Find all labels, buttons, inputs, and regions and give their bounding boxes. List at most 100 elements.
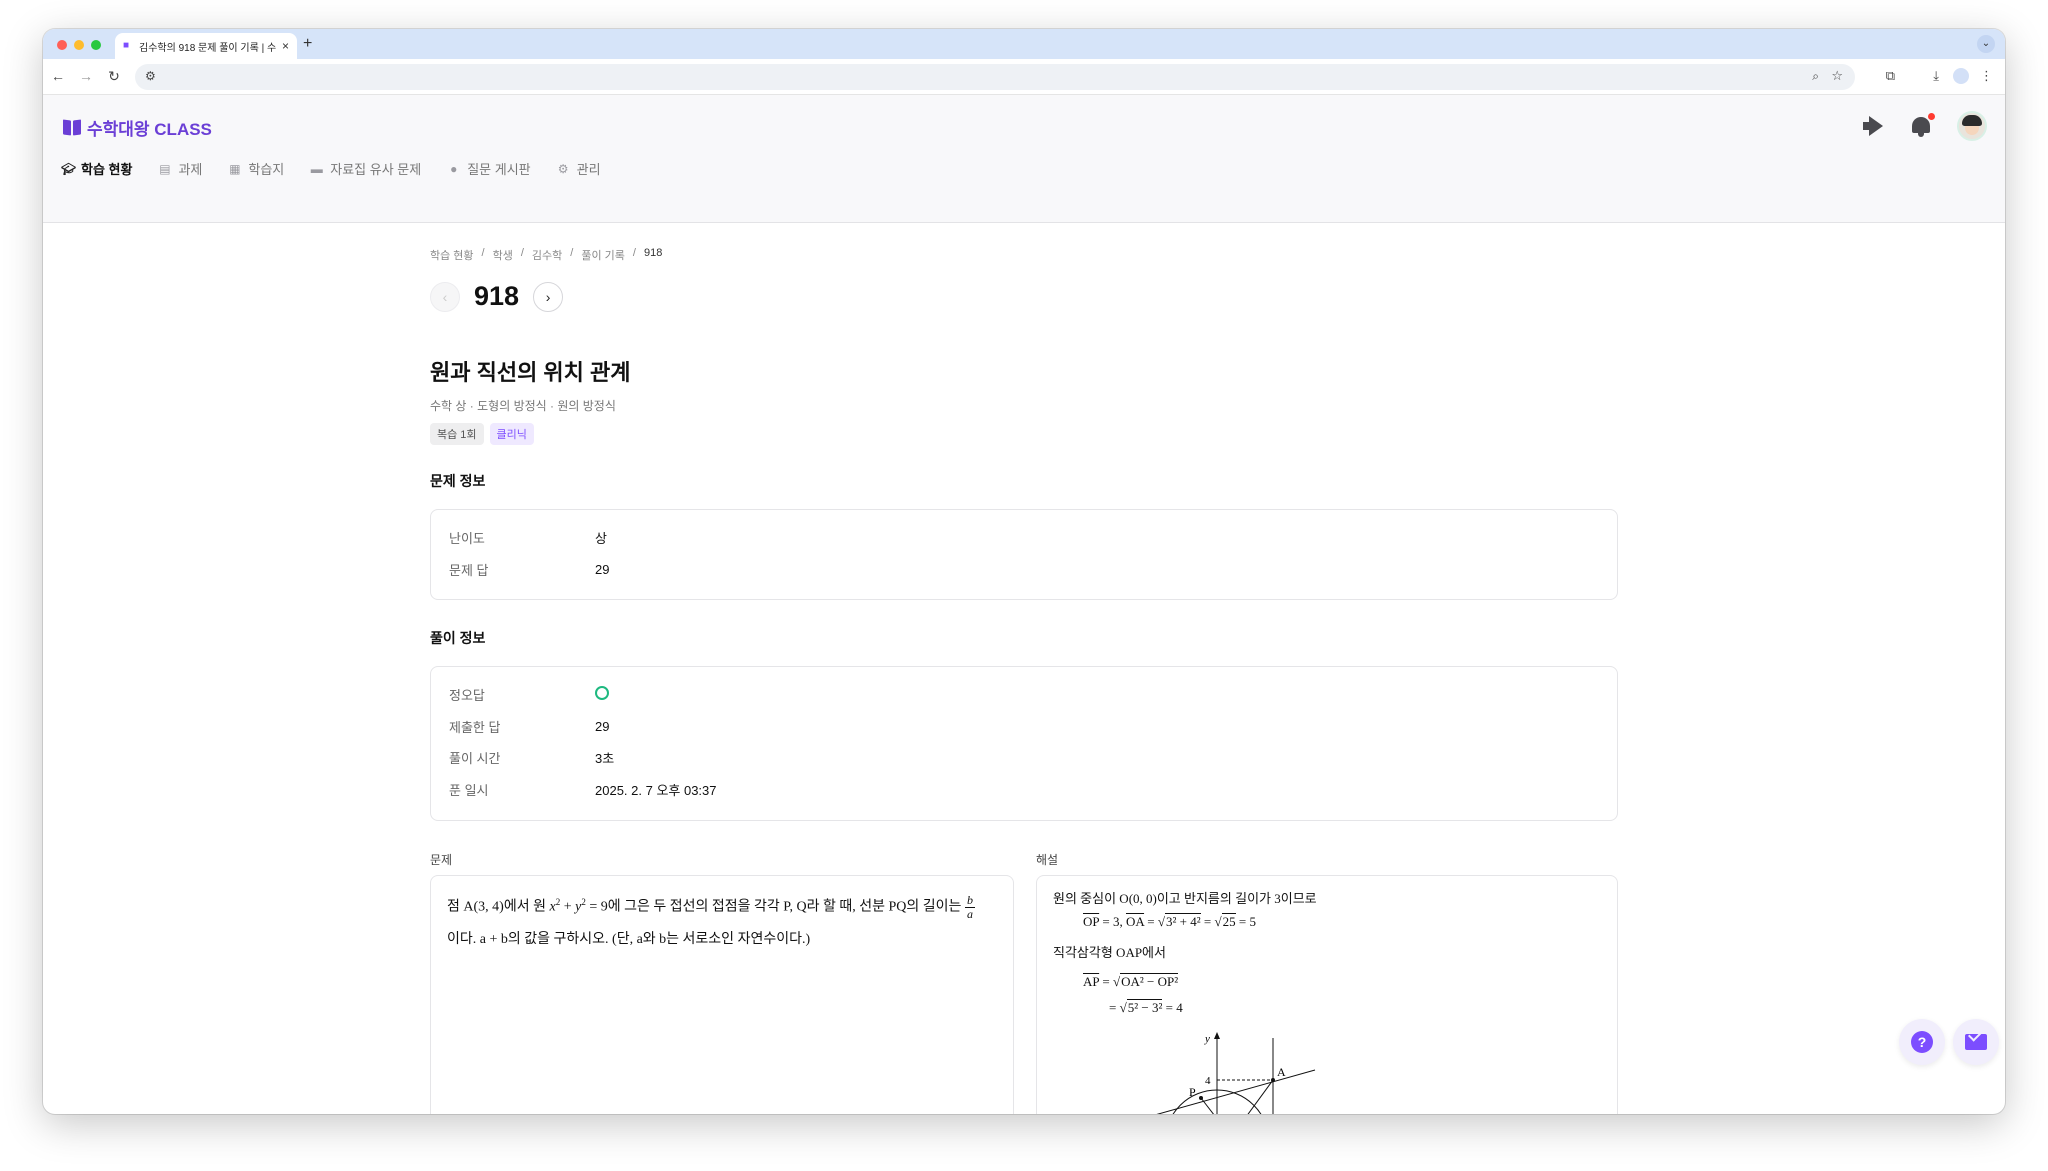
y-axis-arrow [1214,1032,1220,1039]
back-arrow-icon[interactable]: ← [49,68,67,84]
close-window-button[interactable] [57,40,67,50]
breadcrumb-separator: / [632,247,636,259]
answer-value: 29 [595,561,610,577]
toolbar: ← → ↻ ⚙ ⌕ ☆ ⧉ ⤓ ⋮ [43,59,2005,95]
question-mark-icon: ? [1911,1031,1933,1053]
correct-mark-icon [595,686,609,703]
tab-title: 김수학의 918 문제 풀이 기록 | 수학 [139,42,276,54]
solve-time: 3초 [595,751,615,767]
breadcrumb-item[interactable]: 김수학 [532,247,562,263]
y-axis-label: y [1204,1033,1210,1045]
notification-bell-icon[interactable] [1911,113,1935,137]
tab-bar: ■ 김수학의 918 문제 풀이 기록 | 수학 × + ⌄ [43,29,2005,59]
graduation-cap-icon: 🎓︎ [61,161,77,176]
breadcrumb-separator: / [570,247,574,259]
extensions-icon[interactable]: ⧉ [1886,68,1895,84]
site-settings-icon[interactable]: ⚙ [145,69,156,83]
solved-datetime: 2025. 2. 7 오후 03:37 [595,782,717,798]
solution-line-2: OP = 3, OA = √3² + 4² = √25 = 5 [1083,913,1256,929]
folder-icon: ▬ [310,161,323,176]
solution-line-5: = √5² − 3² = 4 [1109,999,1183,1015]
point-a-label: A [1277,1065,1286,1079]
help-fab[interactable]: ? [1899,1019,1945,1065]
zoom-icon[interactable]: ⌕ [1812,69,1819,84]
question-line-1: 점 A(3, 4)에서 원 x2 + y2 = 9에 그은 두 접선의 접점을 … [447,893,975,921]
solution-line-3: 직각삼각형 OAP에서 [1053,945,1166,960]
main-content: 학습 현황 / 학생 / 김수학 / 풀이 기록 / 918 ‹ 918 › 원… [43,223,2005,1114]
solution-line-4: AP = √OA² − OP² [1083,973,1179,989]
info-label: 난이도 [449,531,485,547]
main-nav: 🎓︎ 학습 현황 ▤ 과제 ▦ 학습지 ▬ 자료집 유사 문제 ● 질문 게시판… [61,159,601,178]
solution-line-1: 원의 중심이 O(0, 0)이고 반지름의 길이가 3이므로 [1053,891,1317,906]
nav-label: 자료집 유사 문제 [330,162,422,177]
gear-icon: ⚙ [557,161,569,176]
problem-navigator: ‹ 918 › [430,281,564,312]
tag-review: 복습 1회 [430,423,484,445]
info-label: 푼 일시 [449,782,489,798]
browser-tab[interactable]: ■ 김수학의 918 문제 풀이 기록 | 수학 × [115,33,297,59]
info-row: 난이도 상 [449,522,1599,554]
problem-info-heading: 문제 정보 [430,473,486,489]
solution-label: 해설 [1036,853,1059,867]
breadcrumb-item[interactable]: 학습 현황 [430,247,474,263]
logo-text: 수학대왕 CLASS [87,120,212,139]
site-favicon-icon: ■ [123,40,130,51]
bookmark-star-icon[interactable]: ☆ [1831,68,1843,84]
fraction-b-over-a: ba [964,893,975,921]
more-menu-icon[interactable]: ⋮ [1980,68,1993,84]
problem-info-card: 난이도 상 문제 답 29 [430,509,1618,600]
maximize-window-button[interactable] [91,40,101,50]
point-r-label: R [1233,1111,1241,1114]
nav-label: 학습 현황 [81,162,133,177]
info-row: 문제 답 29 [449,554,1599,586]
app-logo[interactable]: 수학대왕 CLASS [63,115,212,140]
info-row: 풀이 시간 3초 [449,742,1599,774]
tick-4-label: 4 [1205,1075,1211,1087]
nav-item-assignments[interactable]: ▤ 과제 [158,159,202,178]
download-icon[interactable]: ⤓ [1933,68,1939,84]
info-row: 푼 일시 2025. 2. 7 오후 03:37 [449,774,1599,806]
nav-label: 학습지 [248,162,285,177]
header-actions [1863,111,1987,141]
nav-item-worksheets[interactable]: ▦ 학습지 [228,159,284,178]
breadcrumb-separator: / [520,247,524,259]
window-controls [57,40,101,50]
browser-window: ■ 김수학의 918 문제 풀이 기록 | 수학 × + ⌄ ← → ↻ ⚙ ⌕… [43,29,2005,1114]
tab-search-button[interactable]: ⌄ [1977,35,1995,53]
minimize-window-button[interactable] [74,40,84,50]
question-label: 문제 [430,853,453,867]
nav-item-question-board[interactable]: ● 질문 게시판 [447,159,531,178]
close-tab-icon[interactable]: × [282,39,289,53]
prev-problem-button[interactable]: ‹ [430,281,460,312]
notification-badge [1928,113,1935,120]
difficulty-value: 상 [595,531,607,547]
next-problem-button[interactable]: › [533,281,564,312]
nav-item-learning-status[interactable]: 🎓︎ 학습 현황 [61,159,132,178]
nav-item-manage[interactable]: ⚙ 관리 [557,159,601,178]
info-label: 제출한 답 [449,719,501,735]
nav-label: 관리 [576,162,601,177]
app-header: 수학대왕 CLASS 🎓︎ 학습 현황 ▤ 과제 ▦ 학습지 ▬ 자료집 유사 … [43,95,2005,223]
mail-icon [1965,1034,1987,1050]
new-tab-button[interactable]: + [303,35,312,53]
breadcrumb-separator: / [481,247,485,259]
problem-number: 918 [474,281,520,311]
nav-item-similar-problems[interactable]: ▬ 자료집 유사 문제 [310,159,421,178]
user-avatar[interactable] [1957,111,1987,141]
info-label: 정오답 [449,688,485,704]
megaphone-icon[interactable] [1863,116,1885,136]
message-fab[interactable] [1953,1019,1999,1065]
solution-pane: 원의 중심이 O(0, 0)이고 반지름의 길이가 3이므로 OP = 3, O… [1036,875,1618,1114]
breadcrumb: 학습 현황 / 학생 / 김수학 / 풀이 기록 / 918 [430,247,662,263]
breadcrumb-item[interactable]: 풀이 기록 [581,247,625,263]
info-row: 제출한 답 29 [449,711,1599,743]
forward-arrow-icon[interactable]: → [77,68,95,84]
submitted-answer: 29 [595,718,610,734]
problem-tags: 복습 1회 클리닉 [430,423,534,445]
solve-info-card: 정오답 제출한 답 29 풀이 시간 3초 푼 일시 2025. 2. 7 오후… [430,666,1618,821]
profile-icon[interactable] [1953,68,1969,84]
solution-figure: y 4 A P R [1156,1032,1316,1114]
address-bar[interactable]: ⚙ ⌕ ☆ [135,64,1855,90]
reload-icon[interactable]: ↻ [105,68,123,85]
breadcrumb-item[interactable]: 학생 [493,247,513,263]
